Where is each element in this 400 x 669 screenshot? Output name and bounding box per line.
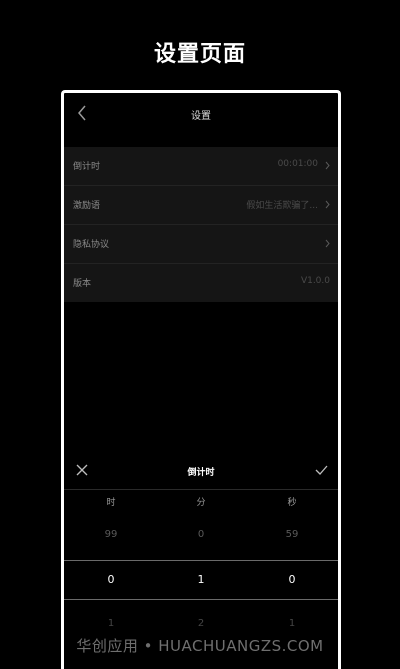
picker-value-seconds[interactable]: 1 xyxy=(272,618,312,629)
picker-value-hours[interactable]: 99 xyxy=(91,529,131,540)
chevron-right-icon xyxy=(325,200,330,209)
picker-row-previous[interactable]: 99 0 59 xyxy=(64,529,338,549)
picker-value-seconds[interactable]: 59 xyxy=(272,529,312,540)
settings-row-motto[interactable]: 激励语 假如生活欺骗了... xyxy=(64,186,338,225)
navigation-bar: 设置 xyxy=(64,93,338,133)
picker-value-seconds[interactable]: 0 xyxy=(272,573,312,586)
picker-row-selected[interactable]: 0 1 0 xyxy=(64,560,338,600)
picker-toolbar: 倒计时 xyxy=(64,453,338,490)
page-heading: 设置页面 xyxy=(153,42,246,67)
settings-row-label: 激励语 xyxy=(73,201,101,211)
picker-value-minutes[interactable]: 1 xyxy=(181,573,221,586)
picker-title: 倒计时 xyxy=(187,468,215,478)
settings-row-privacy[interactable]: 隐私协议 xyxy=(64,225,338,264)
column-header-seconds: 秒 xyxy=(287,498,297,508)
column-header-minutes: 分 xyxy=(196,498,206,508)
settings-row-label: 隐私协议 xyxy=(73,240,110,250)
chevron-right-icon xyxy=(325,239,330,248)
picker-value-minutes[interactable]: 0 xyxy=(181,529,221,540)
phone-screen: 设置 倒计时 00:01:00 激励语 假如生活欺骗了... 隐私协议 版本 V xyxy=(61,90,341,669)
picker-value-hours[interactable]: 1 xyxy=(91,618,131,629)
page-title: 设置 xyxy=(191,111,211,122)
picker-value-hours[interactable]: 0 xyxy=(91,573,131,586)
settings-row-value: V1.0.0 xyxy=(300,276,330,286)
settings-row-value: 00:01:00 xyxy=(277,159,318,169)
checkmark-icon[interactable] xyxy=(315,465,328,475)
settings-row-label: 倒计时 xyxy=(73,162,101,172)
settings-row-label: 版本 xyxy=(73,279,92,289)
settings-row-countdown[interactable]: 倒计时 00:01:00 xyxy=(64,147,338,186)
picker-value-minutes[interactable]: 2 xyxy=(181,618,221,629)
settings-row-version: 版本 V1.0.0 xyxy=(64,264,338,302)
chevron-right-icon xyxy=(325,161,330,170)
watermark: 华创应用 • HUACHUANGZS.COM xyxy=(76,637,324,655)
settings-list: 倒计时 00:01:00 激励语 假如生活欺骗了... 隐私协议 版本 V1.0… xyxy=(64,147,338,302)
column-header-hours: 时 xyxy=(106,498,116,508)
picker-column-headers: 时 分 秒 xyxy=(64,493,338,511)
settings-row-value: 假如生活欺骗了... xyxy=(246,201,318,211)
